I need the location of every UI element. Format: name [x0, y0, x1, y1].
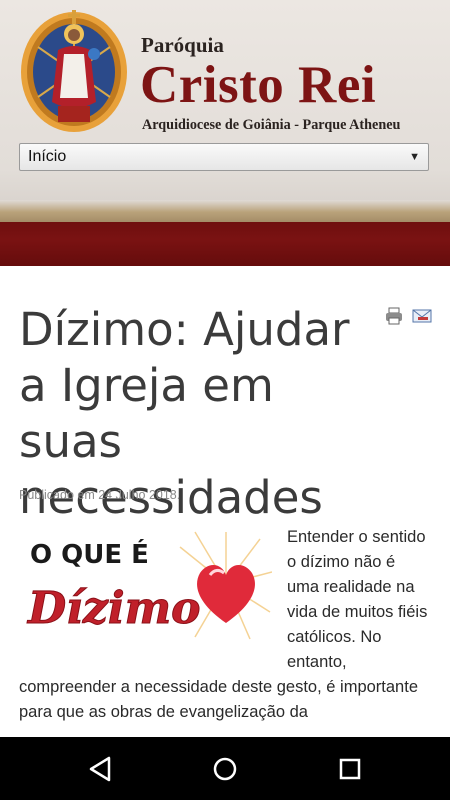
publish-date: Publicado em 24 Julho 2018.: [19, 488, 181, 502]
email-icon[interactable]: [412, 309, 432, 323]
red-banner: [0, 222, 450, 266]
menu-selected-value: Início: [28, 148, 67, 165]
android-nav-bar: [0, 737, 450, 800]
back-icon[interactable]: [85, 754, 115, 784]
christ-king-logo[interactable]: [18, 2, 130, 136]
dizimo-graphic: O QUE É Dízimo: [26, 531, 272, 640]
graphic-line1: O QUE É: [30, 538, 149, 570]
home-icon[interactable]: [210, 754, 240, 784]
parish-subtitle: Arquidiocese de Goiânia - Parque Atheneu: [142, 117, 401, 133]
chevron-down-icon: ▼: [409, 151, 420, 163]
recent-apps-icon[interactable]: [335, 754, 365, 784]
navigation-menu-select[interactable]: Início ▼: [19, 143, 429, 171]
article-tools: [386, 307, 432, 325]
graphic-line2: Dízimo: [26, 583, 200, 634]
header-divider: [0, 200, 450, 222]
parish-name: Cristo Rei: [140, 56, 377, 114]
